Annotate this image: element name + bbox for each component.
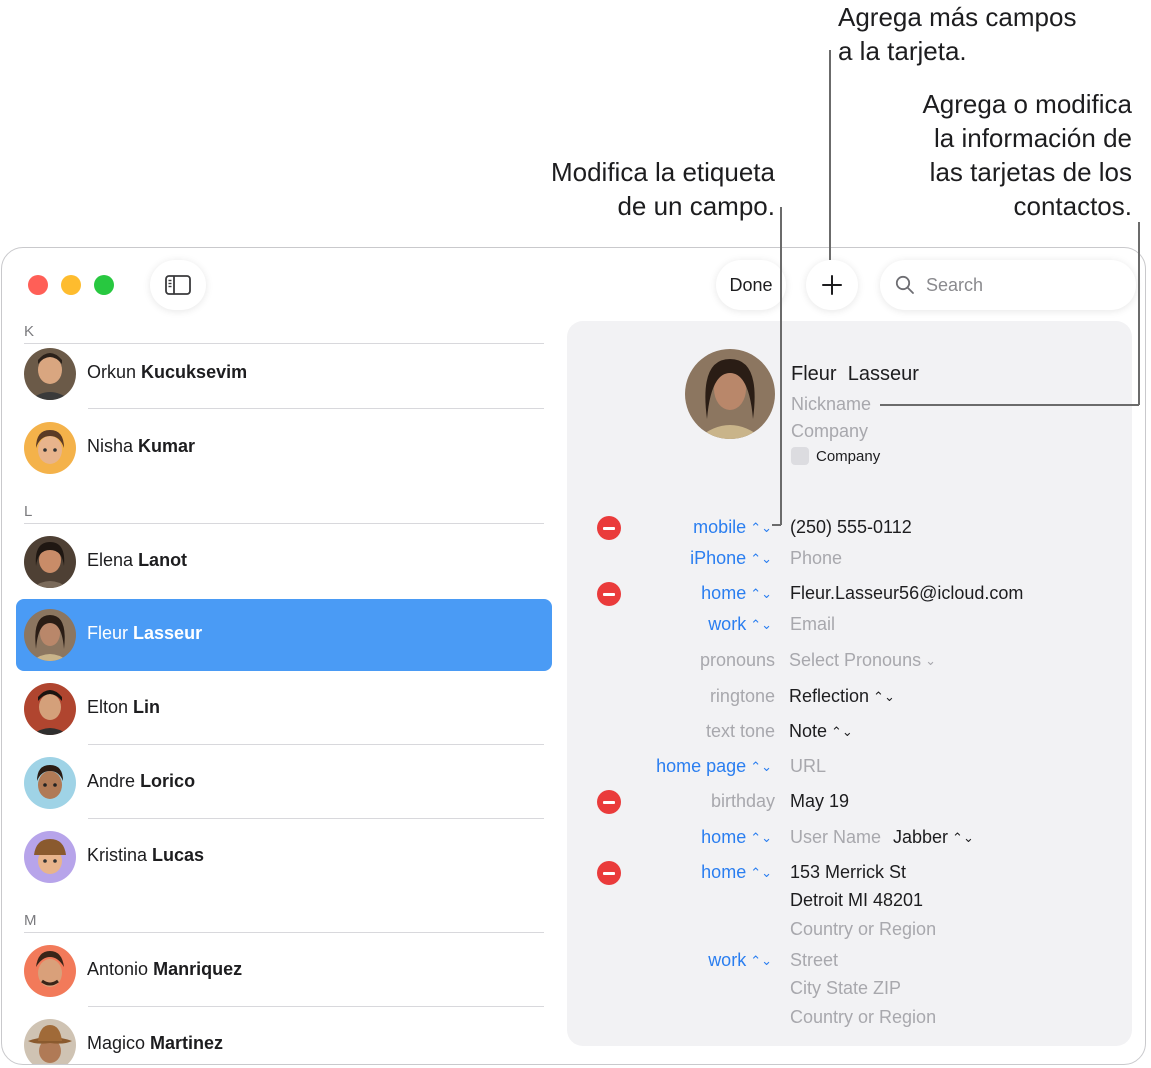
avatar	[24, 1019, 76, 1064]
done-button[interactable]: Done	[716, 260, 786, 310]
search-icon	[895, 275, 914, 294]
callout-line-edit-info	[1138, 222, 1140, 405]
callout-line-add-fields	[829, 50, 831, 260]
minimize-button[interactable]	[61, 275, 81, 295]
contact-card: Fleur Lasseur Nickname Company Company m…	[567, 321, 1132, 1046]
texttone-popup[interactable]: Note ⌃⌄	[789, 721, 853, 742]
row-divider	[88, 1006, 544, 1007]
callout-edit-label: Modifica la etiqueta de un campo.	[550, 157, 775, 221]
contact-row-selected[interactable]: Fleur Lasseur	[16, 599, 552, 671]
row-divider	[88, 818, 544, 819]
avatar	[24, 536, 76, 588]
contact-row[interactable]: Orkun Kucuksevim	[16, 338, 552, 410]
zoom-button[interactable]	[94, 275, 114, 295]
birthday-label: birthday	[710, 791, 775, 811]
contact-row[interactable]: Elena Lanot	[16, 526, 552, 598]
mobile-label-popup[interactable]: mobile ⌃⌄	[572, 517, 772, 538]
avatar	[24, 945, 76, 997]
section-divider	[24, 523, 544, 524]
pronouns-label: pronouns	[699, 650, 775, 670]
contact-row[interactable]: Kristina Lucas	[16, 821, 552, 893]
phone-input[interactable]: Phone	[790, 548, 842, 569]
plus-icon	[822, 275, 842, 295]
callout-line-edit-label-h	[772, 524, 781, 526]
company-field[interactable]: Company	[791, 421, 868, 442]
address-work-country[interactable]: Country or Region	[790, 1007, 936, 1028]
username-input[interactable]: User Name	[790, 827, 881, 848]
address-home-label-popup[interactable]: home ⌃⌄	[572, 862, 772, 883]
homepage-label-popup[interactable]: home page ⌃⌄	[572, 756, 772, 777]
texttone-label: text tone	[705, 721, 775, 741]
contact-row[interactable]: Andre Lorico	[16, 747, 552, 819]
ringtone-label: ringtone	[709, 686, 775, 706]
email-home-value[interactable]: Fleur.Lasseur56@icloud.com	[790, 583, 1023, 604]
email-input[interactable]: Email	[790, 614, 835, 635]
add-field-button[interactable]	[806, 260, 858, 310]
iphone-label-popup[interactable]: iPhone ⌃⌄	[572, 548, 772, 569]
sidebar-toggle-button[interactable]	[150, 260, 206, 310]
callout-line-edit-info-h	[880, 404, 1139, 406]
contact-row[interactable]: Elton Lin	[16, 673, 552, 745]
row-divider	[88, 744, 544, 745]
ringtone-popup[interactable]: Reflection ⌃⌄	[789, 686, 895, 707]
pronouns-select[interactable]: Select Pronouns ⌄	[789, 650, 936, 671]
callout-line-edit-label	[780, 207, 782, 525]
row-divider	[88, 408, 544, 409]
company-checkbox-label: Company	[816, 448, 881, 465]
section-header-m: M	[24, 912, 37, 929]
contact-row[interactable]: Magico Martinez	[16, 1009, 552, 1064]
contacts-window: Done Search K Orkun Kucuksevim Nisha Kum…	[1, 247, 1146, 1065]
avatar	[24, 348, 76, 400]
section-divider	[24, 932, 544, 933]
contact-row[interactable]: Antonio Manriquez	[16, 935, 552, 1007]
name-field[interactable]: Fleur Lasseur	[791, 363, 919, 386]
close-button[interactable]	[28, 275, 48, 295]
company-checkbox[interactable]	[791, 447, 809, 465]
im-label-popup[interactable]: home ⌃⌄	[572, 827, 772, 848]
address-work-street[interactable]: Street	[790, 950, 838, 971]
address-work-city[interactable]: City State ZIP	[790, 978, 901, 999]
avatar	[24, 609, 76, 661]
contact-photo[interactable]	[685, 349, 775, 439]
callout-edit-info: Agrega o modifica la información de las …	[922, 89, 1132, 221]
address-home-street[interactable]: 153 Merrick St	[790, 862, 906, 883]
mobile-value[interactable]: (250) 555-0112	[790, 517, 912, 538]
avatar	[24, 683, 76, 735]
birthday-value[interactable]: May 19	[790, 791, 849, 812]
address-home-city[interactable]: Detroit MI 48201	[790, 890, 923, 911]
email-home-label-popup[interactable]: home ⌃⌄	[572, 583, 772, 604]
address-work-label-popup[interactable]: work ⌃⌄	[572, 950, 772, 971]
nickname-field[interactable]: Nickname	[791, 394, 871, 415]
section-header-l: L	[24, 503, 33, 520]
avatar	[24, 831, 76, 883]
im-service-popup[interactable]: Jabber ⌃⌄	[893, 827, 974, 848]
search-placeholder: Search	[926, 275, 984, 295]
email-work-label-popup[interactable]: work ⌃⌄	[572, 614, 772, 635]
url-input[interactable]: URL	[790, 756, 826, 777]
address-home-country[interactable]: Country or Region	[790, 919, 936, 940]
callout-add-fields: Agrega más campos a la tarjeta.	[838, 2, 1077, 66]
contact-row[interactable]: Nisha Kumar	[16, 412, 552, 484]
search-field[interactable]: Search	[880, 260, 1136, 310]
sidebar-icon	[165, 275, 191, 295]
avatar	[24, 422, 76, 474]
avatar	[24, 757, 76, 809]
